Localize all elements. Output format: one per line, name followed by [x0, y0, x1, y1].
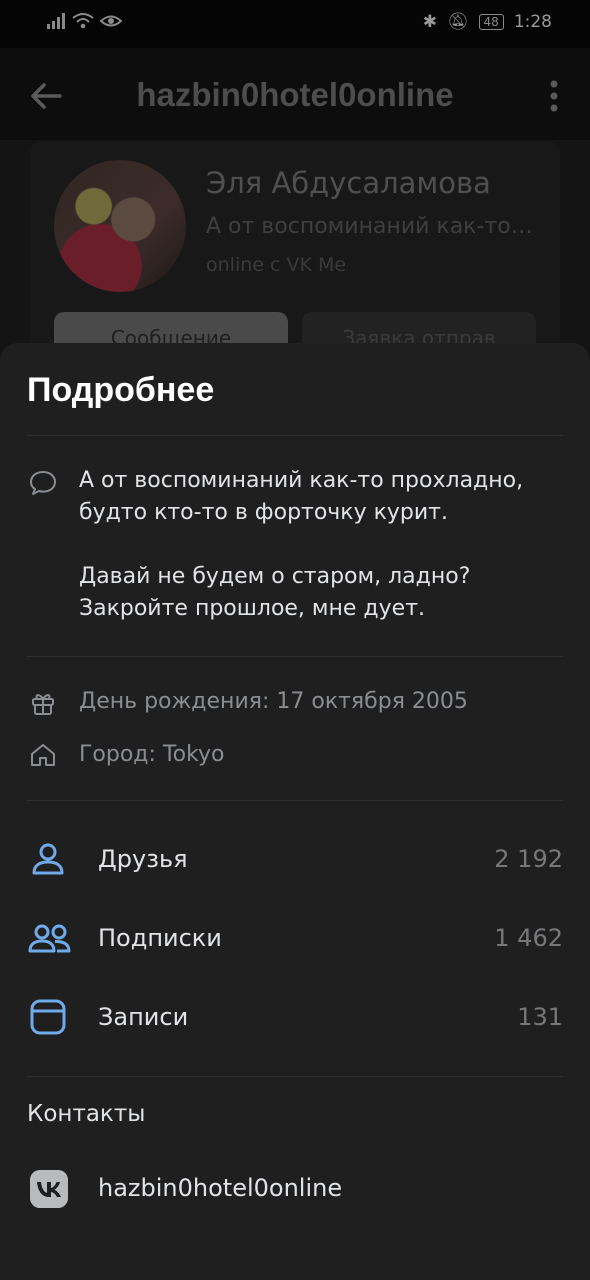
wifi-icon	[72, 13, 94, 29]
clock: 1:28	[513, 12, 552, 32]
divider	[27, 1076, 563, 1077]
about-line: Закройте прошлое, мне дует.	[79, 596, 426, 621]
divider	[27, 435, 563, 436]
about-text: А от воспоминаний как-то прохладно, будт…	[79, 465, 549, 625]
subscriptions-count: 1 462	[494, 924, 563, 952]
page-title: hazbin0hotel0online	[136, 76, 454, 113]
status-right-icons: ✱ 🔕︎ 48 1:28	[423, 12, 552, 32]
posts-icon	[30, 999, 66, 1035]
profile-name: Эля Абдусаламова	[206, 166, 491, 200]
divider	[27, 656, 563, 657]
signal-icon	[47, 13, 65, 29]
status-bar: ✱ 🔕︎ 48 1:28	[0, 0, 590, 48]
profile-card: Эля Абдусаламова А от воспоминаний как-т…	[30, 142, 560, 372]
details-sheet: Подробнее А от воспоминаний как-то прохл…	[0, 343, 590, 1280]
friends-row[interactable]: Друзья 2 192	[0, 829, 590, 889]
status-left-icons	[46, 12, 122, 30]
vk-logo-icon	[30, 1170, 68, 1208]
divider	[27, 800, 563, 801]
online-status: online с VK Me	[206, 254, 347, 276]
friends-label: Друзья	[98, 845, 188, 873]
bluetooth-icon: ✱	[422, 12, 437, 32]
vk-contact-row[interactable]: hazbin0hotel0online	[0, 1167, 590, 1215]
birthday: День рождения: 17 октября 2005	[79, 689, 468, 714]
posts-row[interactable]: Записи 131	[0, 987, 590, 1047]
subscriptions-row[interactable]: Подписки 1 462	[0, 908, 590, 968]
users-icon	[28, 924, 71, 953]
user-icon	[32, 843, 64, 875]
about-line: Давай не будем о старом, ладно?	[79, 564, 471, 589]
vk-contact-link[interactable]: hazbin0hotel0online	[98, 1174, 342, 1202]
mute-bell-icon: 🔕︎	[446, 12, 469, 32]
profile-status: А от воспоминаний как-то ...	[206, 214, 536, 239]
more-vertical-icon[interactable]	[542, 78, 566, 114]
subscriptions-label: Подписки	[98, 924, 222, 952]
about-line: А от воспоминаний как-то прохладно,	[79, 468, 524, 493]
friends-count: 2 192	[494, 845, 563, 873]
eye-icon	[100, 15, 122, 27]
about-line: будто кто-то в форточку курит.	[79, 500, 448, 525]
speech-bubble-icon	[30, 471, 56, 495]
contacts-title: Контакты	[27, 1101, 146, 1127]
city: Город: Tokyo	[79, 742, 225, 767]
gift-icon	[32, 694, 54, 715]
top-app-bar: hazbin0hotel0online	[0, 48, 590, 140]
posts-label: Записи	[98, 1003, 189, 1031]
home-icon	[31, 744, 55, 766]
avatar[interactable]	[54, 160, 186, 292]
sheet-title: Подробнее	[27, 371, 215, 409]
battery-icon: 48	[478, 14, 504, 30]
posts-count: 131	[517, 1003, 563, 1031]
